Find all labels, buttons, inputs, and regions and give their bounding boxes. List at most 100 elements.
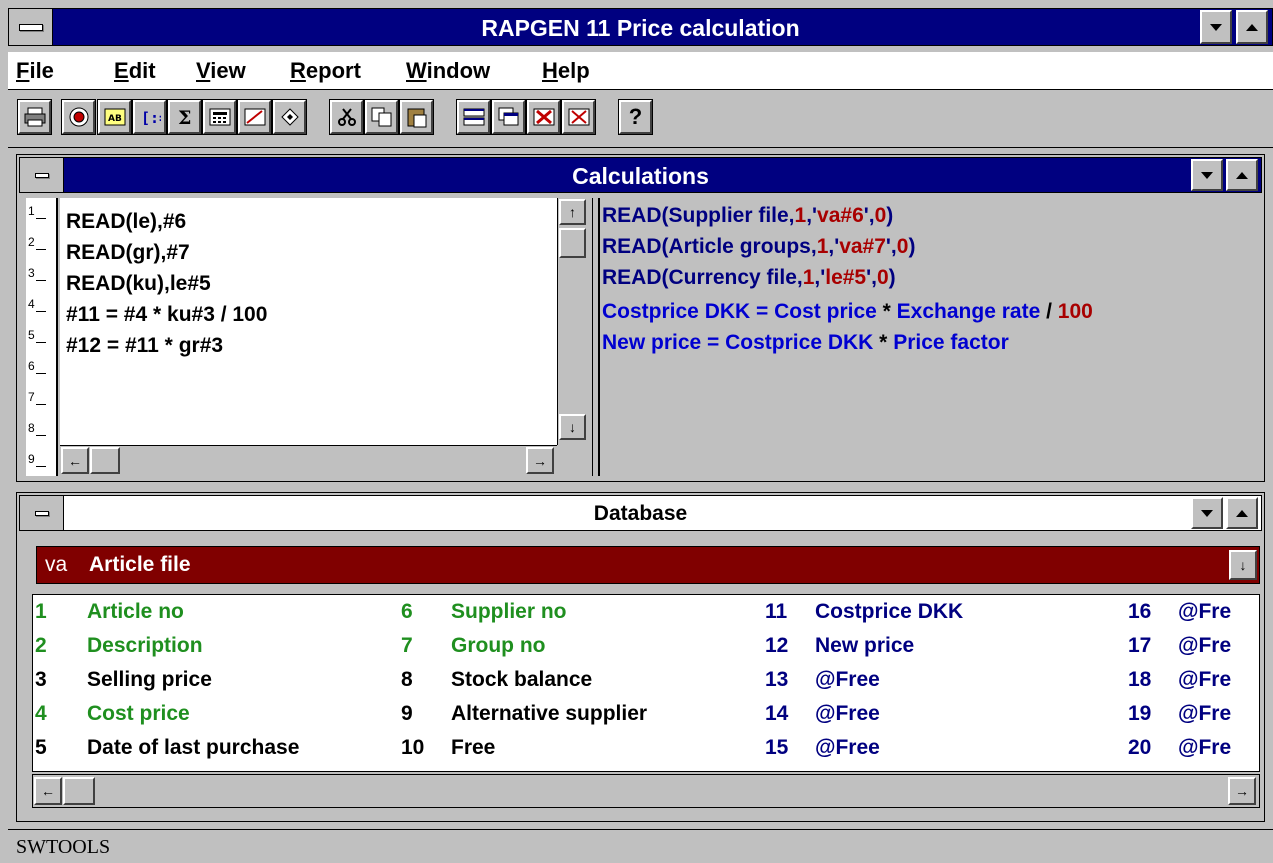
field-item[interactable]: 6 Supplier no [401, 600, 567, 624]
calculator-button[interactable] [202, 99, 237, 135]
menu-bar: File Edit View Report Window Help [8, 52, 1273, 90]
field-item[interactable]: 12 New price [765, 634, 914, 658]
main-title-bar[interactable]: RAPGEN 11 Price calculation [8, 8, 1273, 46]
system-menu-icon [34, 510, 49, 516]
calculations-system-menu[interactable] [20, 158, 64, 192]
calculations-title-bar[interactable]: Calculations [19, 157, 1262, 193]
menu-edit[interactable]: Edit [114, 58, 156, 84]
field-item[interactable]: 19 @Fre [1128, 702, 1231, 726]
cascade-windows-button[interactable] [491, 99, 526, 135]
close-all-button[interactable] [561, 99, 596, 135]
database-minimize-button[interactable] [1191, 497, 1223, 529]
database-title-bar[interactable]: Database [19, 495, 1262, 531]
code-line: READ(ku),le#5 [66, 272, 211, 295]
tile-windows-button[interactable] [456, 99, 491, 135]
maximize-button[interactable] [1236, 10, 1268, 44]
line-number: 9 [28, 452, 54, 472]
field-list[interactable]: 1 Article no 2 Description 3 Selling price … [32, 594, 1260, 772]
file-selector[interactable]: va Article file ↓ [36, 546, 1260, 584]
layout-button[interactable] [237, 99, 272, 135]
selected-file-code: va [45, 553, 68, 576]
toolbar: AB [:= Σ [8, 91, 1273, 148]
editor-divider [592, 198, 600, 476]
scroll-left-button[interactable]: ← [61, 447, 89, 474]
menu-view[interactable]: View [196, 58, 246, 84]
minimize-icon [1210, 23, 1222, 31]
calculator-icon [209, 108, 230, 126]
minimize-button[interactable] [1200, 10, 1232, 44]
field-item[interactable]: 17 @Fre [1128, 634, 1231, 658]
scroll-thumb[interactable] [63, 777, 95, 805]
field-item[interactable]: 20 @Fre [1128, 736, 1231, 760]
output-button[interactable] [272, 99, 307, 135]
database-title: Database [593, 502, 688, 525]
close-window-button[interactable] [526, 99, 561, 135]
printer-icon [24, 107, 45, 127]
calculation-button[interactable]: [:= [132, 99, 167, 135]
line-number: 8 [28, 421, 54, 441]
print-button[interactable] [17, 99, 52, 135]
paste-button[interactable] [399, 99, 434, 135]
sum-button[interactable]: Σ [167, 99, 202, 135]
field-item[interactable]: 5 Date of last purchase [35, 736, 299, 760]
explanation-line: New price = Costprice DKK * Price factor [602, 331, 1009, 354]
field-item[interactable]: 4 Cost price [35, 702, 190, 726]
field-item[interactable]: 15 @Free [765, 736, 880, 760]
output-icon [280, 108, 299, 126]
editor-horizontal-scrollbar[interactable]: ← → [60, 445, 557, 476]
maximize-icon [1246, 23, 1258, 31]
scroll-right-button[interactable]: → [1228, 777, 1256, 805]
calculation-editor[interactable]: READ(le),#6 READ(gr),#7 READ(ku),le#5 #1… [60, 198, 557, 445]
field-item[interactable]: 7 Group no [401, 634, 545, 658]
field-item[interactable]: 16 @Fre [1128, 600, 1231, 624]
field-item[interactable]: 10 Free [401, 736, 495, 760]
scroll-left-button[interactable]: ← [34, 777, 62, 805]
file-dropdown-button[interactable]: ↓ [1229, 550, 1257, 580]
code-line: #11 = #4 * ku#3 / 100 [66, 303, 268, 326]
sum-icon: Σ [178, 107, 191, 128]
field-item[interactable]: 3 Selling price [35, 668, 212, 692]
field-item[interactable]: 14 @Free [765, 702, 880, 726]
menu-report[interactable]: Report [290, 58, 361, 84]
menu-window[interactable]: Window [406, 58, 490, 84]
line-number: 5 [28, 328, 54, 348]
cut-button[interactable] [329, 99, 364, 135]
field-item[interactable]: 11 Costprice DKK [765, 600, 963, 624]
database-button[interactable] [61, 99, 96, 135]
line-number: 6 [28, 359, 54, 379]
scroll-thumb[interactable] [90, 447, 120, 474]
field-list-horizontal-scrollbar[interactable]: ← → [32, 774, 1260, 808]
code-line: READ(gr),#7 [66, 241, 190, 264]
calculations-maximize-button[interactable] [1226, 159, 1258, 191]
minimize-icon [1201, 509, 1213, 517]
line-number: 3 [28, 266, 54, 286]
scroll-thumb[interactable] [559, 228, 586, 258]
field-item[interactable]: 8 Stock balance [401, 668, 592, 692]
database-icon [69, 107, 88, 127]
help-button[interactable]: ? [618, 99, 653, 135]
field-item[interactable]: 18 @Fre [1128, 668, 1231, 692]
scroll-right-button[interactable]: → [526, 447, 554, 474]
system-menu-button[interactable] [9, 9, 53, 45]
fields-button[interactable]: AB [97, 99, 132, 135]
copy-button[interactable] [364, 99, 399, 135]
field-item[interactable]: 1 Article no [35, 600, 184, 624]
svg-text:[:=: [:= [141, 109, 161, 127]
dropdown-arrow-icon: ↓ [1239, 557, 1247, 573]
database-system-menu[interactable] [20, 496, 64, 530]
calculations-minimize-button[interactable] [1191, 159, 1223, 191]
line-number: 7 [28, 390, 54, 410]
status-bar: SWTOOLS [8, 829, 1273, 863]
scroll-down-button[interactable]: ↓ [559, 414, 586, 440]
line-number: 1 [28, 204, 54, 224]
field-item[interactable]: 2 Description [35, 634, 203, 658]
menu-file[interactable]: File [16, 58, 54, 84]
help-icon: ? [628, 104, 643, 129]
field-item[interactable]: 13 @Free [765, 668, 880, 692]
line-number: 4 [28, 297, 54, 317]
field-item[interactable]: 9 Alternative supplier [401, 702, 647, 726]
scroll-up-button[interactable]: ↑ [559, 199, 586, 225]
database-maximize-button[interactable] [1226, 497, 1258, 529]
editor-vertical-scrollbar[interactable]: ↑ ↓ [557, 198, 587, 445]
menu-help[interactable]: Help [542, 58, 590, 84]
